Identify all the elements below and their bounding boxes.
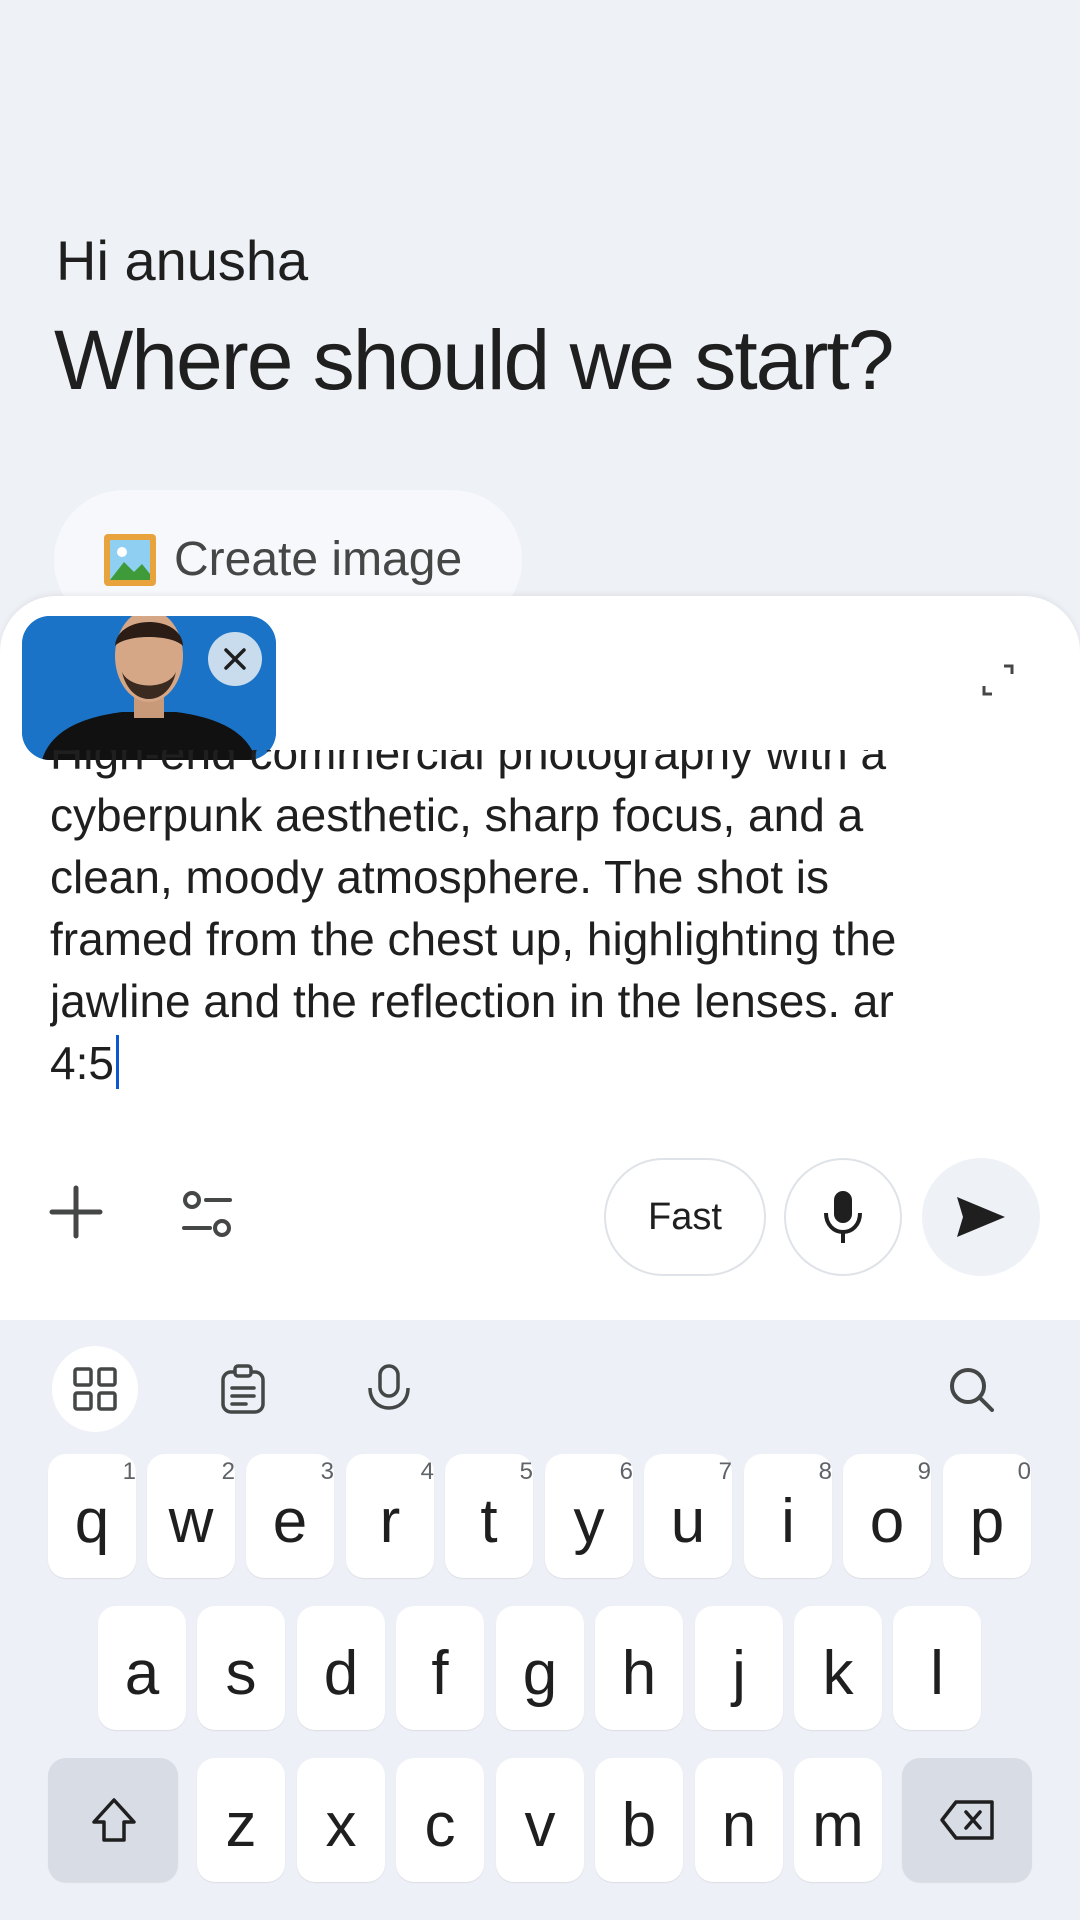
voice-input-button[interactable] xyxy=(346,1346,432,1432)
key-k[interactable]: k xyxy=(794,1606,882,1730)
clipboard-icon xyxy=(221,1364,265,1414)
keyboard: 1q 2w 3e 4r 5t 6y 7u 8i 9o 0p a s d f g … xyxy=(0,1320,1080,1920)
key-label: u xyxy=(670,1487,706,1556)
greeting: Hi anusha xyxy=(56,229,309,292)
prompt-input[interactable]: High-end commercial photography with a c… xyxy=(50,750,970,1094)
key-x[interactable]: x xyxy=(297,1758,385,1882)
key-label: q xyxy=(74,1487,110,1556)
key-a[interactable]: a xyxy=(98,1606,186,1730)
key-label: v xyxy=(524,1791,556,1860)
key-b[interactable]: b xyxy=(595,1758,683,1882)
key-label: a xyxy=(124,1639,160,1708)
send-button[interactable] xyxy=(922,1158,1040,1276)
key-m[interactable]: m xyxy=(794,1758,882,1882)
chip-label: Create image xyxy=(174,533,463,586)
key-e[interactable]: 3e xyxy=(246,1454,334,1578)
key-hint: 0 xyxy=(1017,1458,1031,1485)
remove-attachment-button[interactable] xyxy=(208,632,262,686)
key-y[interactable]: 6y xyxy=(545,1454,633,1578)
key-o[interactable]: 9o xyxy=(843,1454,931,1578)
key-label: g xyxy=(522,1639,558,1708)
key-f[interactable]: f xyxy=(396,1606,484,1730)
key-hint: 4 xyxy=(420,1458,434,1485)
key-hint: 7 xyxy=(718,1458,732,1485)
key-label: p xyxy=(969,1487,1005,1556)
mic-icon xyxy=(824,1191,862,1243)
key-label: c xyxy=(424,1791,456,1860)
tools-icon[interactable] xyxy=(180,1190,236,1240)
key-d[interactable]: d xyxy=(297,1606,385,1730)
key-s[interactable]: s xyxy=(197,1606,285,1730)
close-icon xyxy=(224,648,246,670)
key-label: h xyxy=(621,1639,657,1708)
apps-grid-icon xyxy=(73,1367,117,1411)
expand-icon[interactable] xyxy=(980,662,1016,698)
key-t[interactable]: 5t xyxy=(445,1454,533,1578)
key-hint: 9 xyxy=(917,1458,931,1485)
key-label: k xyxy=(822,1639,854,1708)
key-hint: 6 xyxy=(619,1458,633,1485)
backspace-key[interactable] xyxy=(902,1758,1032,1882)
shift-key[interactable] xyxy=(48,1758,178,1882)
key-label: i xyxy=(781,1487,795,1556)
key-label: b xyxy=(621,1791,657,1860)
key-label: x xyxy=(325,1791,357,1860)
voice-icon xyxy=(368,1364,410,1410)
key-label: o xyxy=(869,1487,905,1556)
shift-icon xyxy=(92,1798,136,1842)
key-hint: 1 xyxy=(122,1458,136,1485)
picture-icon xyxy=(104,534,156,586)
key-l[interactable]: l xyxy=(893,1606,981,1730)
key-label: s xyxy=(225,1639,257,1708)
key-label: f xyxy=(431,1639,449,1708)
search-icon xyxy=(950,1368,994,1412)
apps-grid-button[interactable] xyxy=(52,1346,138,1432)
key-hint: 2 xyxy=(221,1458,235,1485)
key-v[interactable]: v xyxy=(496,1758,584,1882)
page-title: Where should we start? xyxy=(54,313,894,407)
key-c[interactable]: c xyxy=(396,1758,484,1882)
key-label: r xyxy=(379,1487,401,1556)
input-sheet: High-end commercial photography with a c… xyxy=(0,596,1080,1320)
key-label: t xyxy=(480,1487,498,1556)
text-caret xyxy=(115,1035,119,1089)
key-label: e xyxy=(272,1487,308,1556)
key-w[interactable]: 2w xyxy=(147,1454,235,1578)
key-hint: 3 xyxy=(320,1458,334,1485)
key-z[interactable]: z xyxy=(197,1758,285,1882)
clipboard-button[interactable] xyxy=(200,1346,286,1432)
send-icon xyxy=(957,1197,1005,1237)
key-label: l xyxy=(930,1639,944,1708)
key-hint: 5 xyxy=(519,1458,533,1485)
key-j[interactable]: j xyxy=(695,1606,783,1730)
key-hint: 8 xyxy=(818,1458,832,1485)
plus-icon[interactable] xyxy=(48,1184,104,1240)
key-q[interactable]: 1q xyxy=(48,1454,136,1578)
key-r[interactable]: 4r xyxy=(346,1454,434,1578)
key-u[interactable]: 7u xyxy=(644,1454,732,1578)
prompt-text: High-end commercial photography with a c… xyxy=(50,750,897,1089)
key-h[interactable]: h xyxy=(595,1606,683,1730)
backspace-icon xyxy=(940,1800,994,1840)
keyboard-search-button[interactable] xyxy=(928,1346,1014,1432)
key-label: n xyxy=(721,1791,757,1860)
key-p[interactable]: 0p xyxy=(943,1454,1031,1578)
key-label: m xyxy=(812,1791,864,1860)
mode-button[interactable]: Fast xyxy=(604,1158,766,1276)
key-label: d xyxy=(323,1639,359,1708)
key-n[interactable]: n xyxy=(695,1758,783,1882)
key-g[interactable]: g xyxy=(496,1606,584,1730)
key-label: z xyxy=(225,1791,257,1860)
key-label: w xyxy=(168,1487,214,1556)
key-label: j xyxy=(732,1639,746,1708)
key-i[interactable]: 8i xyxy=(744,1454,832,1578)
attachment-thumbnail[interactable] xyxy=(22,616,276,760)
mic-button[interactable] xyxy=(784,1158,902,1276)
key-label: y xyxy=(573,1487,605,1556)
